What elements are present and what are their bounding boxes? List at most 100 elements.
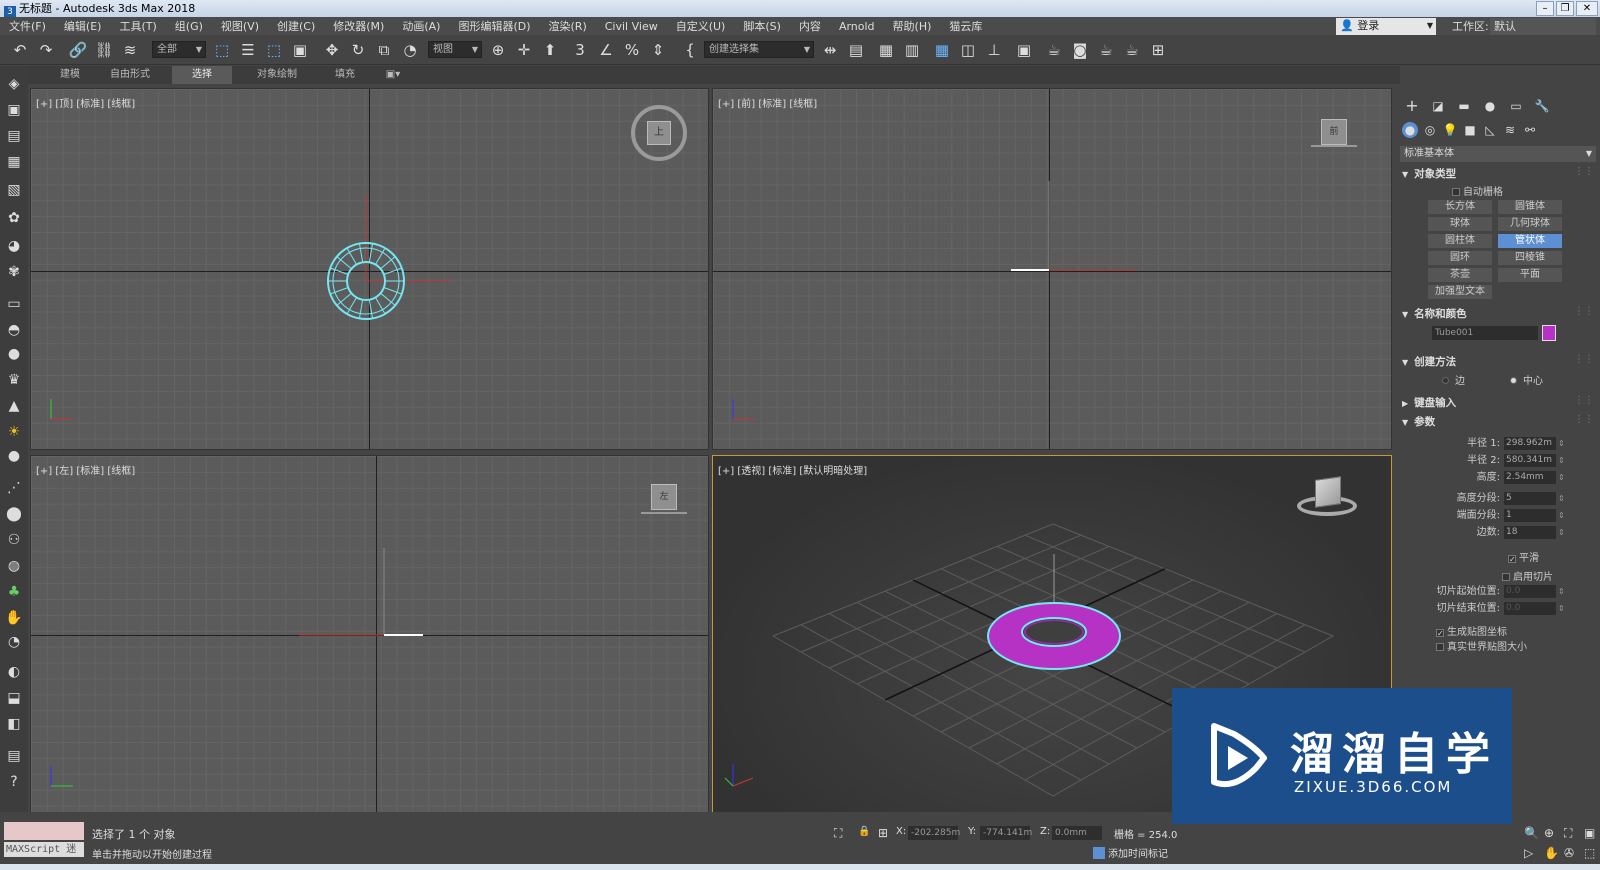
- layout-tab-4-icon[interactable]: ▧: [4, 180, 24, 200]
- ribbon-toggle-icon[interactable]: ▥: [902, 40, 922, 60]
- layout-tab-23-icon[interactable]: ⬓: [4, 688, 24, 708]
- percent-snap-icon[interactable]: %: [622, 40, 642, 60]
- layout-tab-17-icon[interactable]: ⚇: [4, 530, 24, 550]
- isolate-selection-icon[interactable]: ⛶: [834, 826, 842, 841]
- selection-lock-icon[interactable]: 🔒: [858, 826, 870, 837]
- geosphere-button[interactable]: 几何球体: [1498, 217, 1562, 231]
- edit-named-selection-icon[interactable]: {: [680, 40, 700, 60]
- layout-tab-13-icon[interactable]: ☀: [4, 422, 24, 442]
- selection-filter-dropdown[interactable]: 全部 ▼: [152, 41, 206, 58]
- viewport-front[interactable]: [+] [前] [标准] [线框] 前: [712, 88, 1392, 450]
- teapot-button[interactable]: 茶壶: [1428, 268, 1492, 282]
- render-setup-icon[interactable]: ☕: [1044, 40, 1064, 60]
- layout-tab-20-icon[interactable]: ✋: [4, 608, 24, 628]
- space-warps-icon[interactable]: ≋: [1502, 122, 1518, 138]
- helpers-icon[interactable]: ◺: [1482, 122, 1498, 138]
- schematic-view-icon[interactable]: ⊥: [984, 40, 1004, 60]
- viewcube-icon[interactable]: [1315, 476, 1341, 508]
- torus-button[interactable]: 圆环: [1428, 251, 1492, 265]
- tube-wireframe-top[interactable]: [31, 89, 709, 450]
- menu-views[interactable]: 视图(V): [212, 18, 268, 34]
- viewcube-icon[interactable]: 前: [1321, 119, 1347, 145]
- layout-tab-3-icon[interactable]: ▦: [4, 152, 24, 172]
- modify-tab-icon[interactable]: ◪: [1430, 98, 1446, 114]
- layout-tab-7-icon[interactable]: ✾: [4, 262, 24, 282]
- render-iterative-icon[interactable]: ☕: [1122, 40, 1142, 60]
- pyramid-button[interactable]: 四棱锥: [1498, 251, 1562, 265]
- curve-editor-icon[interactable]: ◫: [958, 40, 978, 60]
- layout-tab-16-icon[interactable]: ⬤: [4, 504, 24, 524]
- keyboard-shortcut-override-icon[interactable]: ⬆: [540, 40, 560, 60]
- geometry-icon[interactable]: ●: [1402, 122, 1418, 138]
- add-time-tag-button[interactable]: 添加时间标记: [1093, 845, 1168, 860]
- menu-cloud-library[interactable]: 猫云库: [940, 18, 991, 34]
- param-input[interactable]: 1: [1504, 509, 1556, 522]
- menu-content[interactable]: 内容: [790, 18, 830, 34]
- layer-explorer-icon[interactable]: ▦: [876, 40, 896, 60]
- menu-scripting[interactable]: 脚本(S): [734, 18, 790, 34]
- layout-tab-2-icon[interactable]: ▤: [4, 126, 24, 146]
- sphere-button[interactable]: 球体: [1428, 217, 1492, 231]
- maximize-viewport-icon[interactable]: ⬚: [1584, 846, 1595, 860]
- viewport-layout-icon[interactable]: ◈: [4, 74, 24, 94]
- menu-modifiers[interactable]: 修改器(M): [324, 18, 393, 34]
- menu-civil-view[interactable]: Civil View: [596, 20, 667, 33]
- param-input[interactable]: 18: [1504, 526, 1556, 539]
- align-icon[interactable]: ▤: [846, 40, 866, 60]
- motion-tab-icon[interactable]: ●: [1482, 98, 1498, 114]
- layout-tab-12-icon[interactable]: ▲: [4, 396, 24, 416]
- plane-button[interactable]: 平面: [1498, 268, 1562, 282]
- zoom-extents-all-icon[interactable]: ▣: [1584, 826, 1595, 840]
- layout-tab-10-icon[interactable]: ●: [4, 344, 24, 364]
- viewcube-icon[interactable]: 左: [651, 484, 677, 510]
- spinner-icon[interactable]: ⇕: [1558, 437, 1565, 451]
- viewport-left[interactable]: [+] [左] [标准] [线框] 左: [30, 455, 709, 817]
- param-input[interactable]: 0.0: [1504, 602, 1556, 615]
- render-in-cloud-icon[interactable]: ⊞: [1148, 40, 1168, 60]
- layout-tab-25-icon[interactable]: ▤: [4, 746, 24, 766]
- select-by-name-icon[interactable]: ☰: [238, 40, 258, 60]
- rotate-icon[interactable]: ↻: [348, 40, 368, 60]
- select-manipulate-icon[interactable]: ✛: [514, 40, 534, 60]
- workspace-dropdown[interactable]: 默认: [1490, 18, 1596, 35]
- zoom-icon[interactable]: 🔍: [1524, 826, 1539, 840]
- zoom-all-icon[interactable]: ⊕: [1544, 826, 1554, 840]
- layout-tab-6-icon[interactable]: ◕: [4, 236, 24, 256]
- named-selection-dropdown[interactable]: 创建选择集 ▼: [704, 41, 814, 58]
- tab-freeform[interactable]: 自由形式: [98, 66, 162, 84]
- help-icon[interactable]: ?: [4, 772, 24, 792]
- window-crossing-icon[interactable]: ▣: [290, 40, 310, 60]
- tab-modeling[interactable]: 建模: [50, 66, 90, 84]
- param-input[interactable]: 2.54mm: [1504, 471, 1556, 484]
- pivot-center-icon[interactable]: ⊕: [488, 40, 508, 60]
- layout-tab-18-icon[interactable]: ◍: [4, 556, 24, 576]
- spinner-icon[interactable]: ⇕: [1558, 526, 1565, 540]
- menu-arnold[interactable]: Arnold: [830, 20, 884, 33]
- cone-button[interactable]: 圆锥体: [1498, 200, 1562, 214]
- maxscript-mini-listener[interactable]: MAXScript 迷: [4, 842, 84, 857]
- menu-help[interactable]: 帮助(H): [884, 18, 941, 34]
- redo-icon[interactable]: ↷: [36, 40, 56, 60]
- layout-tab-5-icon[interactable]: ✿: [4, 208, 24, 228]
- tab-populate[interactable]: 填充: [322, 66, 368, 84]
- menu-file[interactable]: 文件(F): [0, 18, 55, 34]
- param-input[interactable]: 5: [1504, 492, 1556, 505]
- login-dropdown[interactable]: 👤 登录 ▼: [1336, 18, 1436, 35]
- display-tab-icon[interactable]: ▭: [1508, 98, 1524, 114]
- layout-tab-14-icon[interactable]: ●: [4, 446, 24, 466]
- absolute-mode-icon[interactable]: ⊞: [878, 826, 888, 840]
- smooth-checkbox[interactable]: ✓ 平滑: [1508, 549, 1539, 564]
- layout-tab-8-icon[interactable]: ▭: [4, 294, 24, 314]
- z-coordinate-input[interactable]: 0.0mm: [1052, 826, 1102, 840]
- tab-object-paint[interactable]: 对象绘制: [242, 66, 312, 84]
- create-tab-icon[interactable]: +: [1404, 98, 1420, 114]
- object-name-input[interactable]: Tube001: [1432, 326, 1538, 340]
- cameras-icon[interactable]: ■: [1462, 122, 1478, 138]
- menu-edit[interactable]: 编辑(E): [55, 18, 111, 34]
- menu-graph-editors[interactable]: 图形编辑器(D): [449, 18, 539, 34]
- rectangular-selection-icon[interactable]: ⬚: [264, 40, 284, 60]
- spinner-icon[interactable]: ⇕: [1558, 602, 1565, 616]
- cylinder-button[interactable]: 圆柱体: [1428, 234, 1492, 248]
- radio-edge[interactable]: 边: [1442, 372, 1465, 387]
- viewcube-icon[interactable]: 上: [647, 121, 671, 145]
